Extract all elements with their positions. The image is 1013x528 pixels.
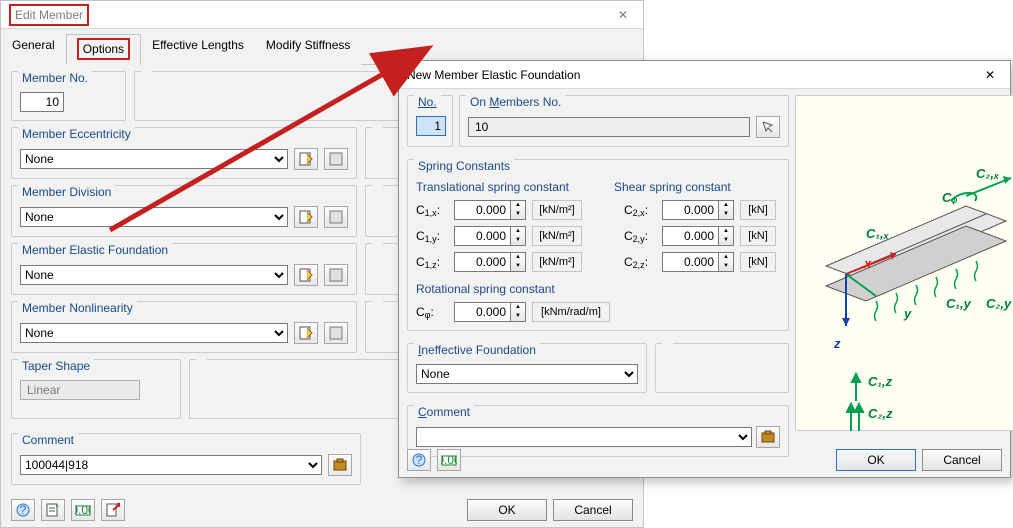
ineffective-select[interactable]: None [416,364,638,384]
cphi-label: Cφ: [416,305,450,319]
tab-effective-lengths[interactable]: Effective Lengths [141,34,255,65]
child-comment-select[interactable] [416,427,752,447]
diagram-label-c1z: C₁,z [868,374,892,389]
edit-division-button[interactable] [324,206,348,228]
elastic-foundation-group: Member Elastic Foundation None [11,243,357,295]
svg-text:?: ? [416,453,423,467]
c1z-input[interactable]: ▲▼ [454,252,528,272]
c2x-unit[interactable]: [kN] [740,200,776,220]
comment-browse-button[interactable] [328,454,352,476]
edit-eccentricity-button[interactable] [324,148,348,170]
edit-member-title: Edit Member [9,1,611,29]
close-icon[interactable]: ✕ [978,61,1002,89]
c2y-input[interactable]: ▲▼ [662,226,736,246]
cancel-button[interactable]: Cancel [922,449,1002,471]
c1x-label: C1,x: [416,203,450,217]
nonlinearity-group: Member Nonlinearity None [11,301,357,353]
diagram-label-z: z [834,336,841,351]
new-nonlinearity-button[interactable] [294,322,318,344]
svg-text:0.00: 0.00 [75,503,91,517]
help-icon[interactable]: ? [11,499,35,521]
close-icon[interactable]: ✕ [611,1,635,29]
c1z-label: C1,z: [416,255,450,269]
cancel-button[interactable]: Cancel [553,499,633,521]
edit-elastic-foundation-button[interactable] [324,264,348,286]
member-no-group: Member No. [11,71,126,121]
c2y-label: C2,y: [624,229,658,243]
diagram-label-x: x [864,256,871,271]
translational-header: Translational spring constant [416,180,586,194]
beam-diagram-icon [796,96,1013,476]
child-footer: ? 0.00 OK Cancel [407,449,1002,471]
rotational-header: Rotational spring constant [416,282,780,296]
new-elastic-foundation-button[interactable] [294,264,318,286]
c1y-input[interactable]: ▲▼ [454,226,528,246]
tab-options[interactable]: Options [66,34,141,65]
diagram-label-c2x: C₂,ₓ [976,166,999,181]
new-division-button[interactable] [294,206,318,228]
child-titlebar: New Member Elastic Foundation ✕ [399,61,1010,89]
notes-icon[interactable] [41,499,65,521]
new-eccentricity-button[interactable] [294,148,318,170]
diagram-label-c1x: C₁,ₓ [866,226,889,241]
c2z-unit[interactable]: [kN] [740,252,776,272]
edit-nonlinearity-button[interactable] [324,322,348,344]
diagram-panel: C₂,ₓ Cᵩ C₁,ₓ x C₁,y C₂,y y z C₁,z C₂,z [795,95,1013,431]
diagram-label-y: y [904,306,911,321]
ok-button[interactable]: OK [467,499,547,521]
c1x-unit[interactable]: [kN/m²] [532,200,582,220]
parent-footer: ? 0.00 OK Cancel [1,499,643,521]
units-icon[interactable]: 0.00 [437,449,461,471]
child-comment-browse-button[interactable] [756,426,780,448]
diagram-label-cphi: Cᵩ [942,190,958,205]
svg-text:0.00: 0.00 [441,453,457,467]
eccentricity-select[interactable]: None [20,149,288,169]
c1y-label: C1,y: [416,229,450,243]
ineffective-aux [655,343,789,393]
cphi-input[interactable]: ▲▼ [454,302,528,322]
help-icon[interactable]: ? [407,449,431,471]
taper-shape-value: Linear [20,380,140,400]
new-elastic-foundation-dialog: New Member Elastic Foundation ✕ No. On M… [398,60,1011,478]
ineffective-group: Ineffective Foundation None [407,343,647,393]
member-no-title: Member No. [18,71,92,85]
diagram-label-c2z: C₂,z [868,406,892,421]
ok-button[interactable]: OK [836,449,916,471]
tab-modify-stiffness[interactable]: Modify Stiffness [255,34,361,65]
on-members-group: On Members No. [459,95,789,147]
edit-member-titlebar: Edit Member ✕ [1,1,643,29]
c2x-input[interactable]: ▲▼ [662,200,736,220]
elastic-foundation-select[interactable]: None [20,265,288,285]
nonlinearity-select[interactable]: None [20,323,288,343]
eccentricity-group: Member Eccentricity None [11,127,357,179]
taper-group: Taper Shape Linear [11,359,181,419]
svg-text:?: ? [20,503,27,517]
child-title: New Member Elastic Foundation [407,61,978,89]
c1z-unit[interactable]: [kN/m²] [532,252,582,272]
on-members-input[interactable] [468,117,750,137]
spring-constants-group: Spring Constants Translational spring co… [407,159,789,331]
c2z-input[interactable]: ▲▼ [662,252,736,272]
member-no-input[interactable] [20,92,64,112]
diagram-label-c2y: C₂,y [986,296,1011,311]
c1y-unit[interactable]: [kN/m²] [532,226,582,246]
tab-general[interactable]: General [1,34,66,65]
c2z-label: C2,z: [624,255,658,269]
pick-members-button[interactable] [756,116,780,138]
c2x-label: C2,x: [624,203,658,217]
shear-header: Shear spring constant [590,180,780,194]
export-icon[interactable] [101,499,125,521]
no-input[interactable] [416,116,446,136]
c1x-input[interactable]: ▲▼ [454,200,528,220]
no-group: No. [407,95,453,147]
comment-group: Comment 100044|918 [11,433,361,485]
units-icon[interactable]: 0.00 [71,499,95,521]
division-select[interactable]: None [20,207,288,227]
comment-select[interactable]: 100044|918 [20,455,322,475]
division-group: Member Division None [11,185,357,237]
c2y-unit[interactable]: [kN] [740,226,776,246]
cphi-unit[interactable]: [kNm/rad/m] [532,302,610,322]
diagram-label-c1y: C₁,y [946,296,971,311]
